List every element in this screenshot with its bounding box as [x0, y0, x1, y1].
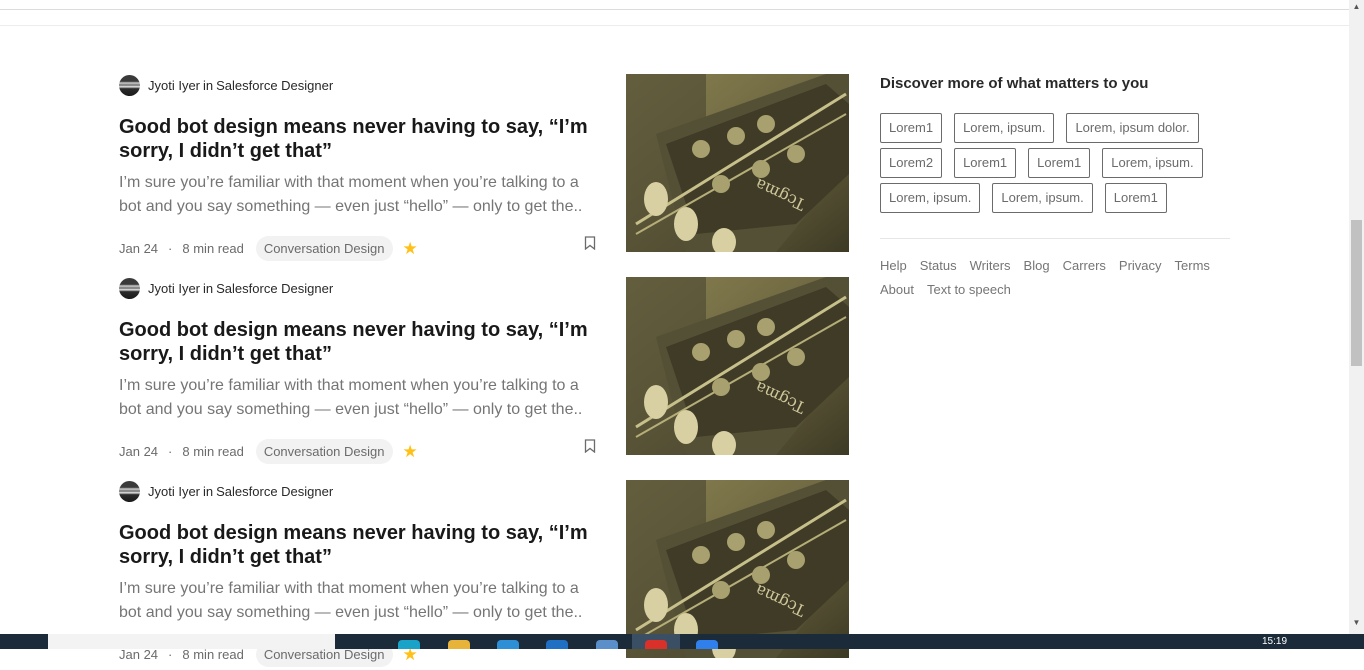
bookmark-icon[interactable] — [584, 236, 596, 250]
topic-chip[interactable]: Lorem, ipsum dolor. — [1066, 113, 1199, 143]
topic-chip[interactable]: Lorem1 — [1104, 183, 1167, 213]
publication-name[interactable]: Salesforce Designer — [216, 78, 333, 93]
top-header-bar — [0, 0, 1349, 10]
article-excerpt[interactable]: I’m sure you’re familiar with that momen… — [119, 171, 599, 219]
author-name[interactable]: Jyoti Iyer — [148, 484, 200, 499]
article-date: Jan 24 — [119, 240, 159, 256]
topic-chip[interactable]: Lorem, ipsum. — [992, 183, 1093, 213]
taskbar-search-box[interactable] — [48, 634, 335, 649]
topic-tag[interactable]: Conversation Design — [255, 438, 393, 464]
in-word: in — [203, 280, 214, 296]
article-title[interactable]: Good bot design means never having to sa… — [119, 115, 599, 163]
article-meta: Jan 24 · 8 min read Conversation Design … — [119, 438, 418, 464]
topic-chip[interactable]: Lorem1 — [880, 113, 943, 143]
topic-chips: Lorem1 Lorem, ipsum. Lorem, ipsum dolor.… — [880, 113, 1230, 213]
footer-link-blog[interactable]: Blog — [1024, 258, 1050, 274]
windows-taskbar: 15:19 — [0, 634, 1364, 649]
author-row: Jyoti Iyer in Salesforce Designer — [119, 74, 333, 96]
read-time: 8 min read — [182, 240, 244, 256]
footer-link-about[interactable]: About — [880, 282, 914, 298]
footer-link-privacy[interactable]: Privacy — [1119, 258, 1162, 274]
vertical-scrollbar[interactable]: ▲ ▼ — [1349, 0, 1364, 634]
avatar[interactable] — [119, 74, 140, 96]
topic-chip[interactable]: Lorem1 — [1028, 148, 1091, 178]
article-thumbnail[interactable]: Tcgma — [626, 480, 849, 658]
footer-link-writers[interactable]: Writers — [970, 258, 1011, 274]
avatar[interactable] — [119, 277, 140, 299]
footer-link-careers[interactable]: Carrers — [1063, 258, 1106, 274]
footer-links: Help Status Writers Blog Carrers Privacy… — [880, 258, 1230, 298]
author-name[interactable]: Jyoti Iyer — [148, 281, 200, 296]
taskbar-folder-icon[interactable] — [448, 640, 470, 649]
article-title[interactable]: Good bot design means never having to sa… — [119, 521, 599, 569]
footer-link-terms[interactable]: Terms — [1175, 258, 1210, 274]
author-name[interactable]: Jyoti Iyer — [148, 78, 200, 93]
article-thumbnail[interactable]: Tcgma — [626, 74, 849, 252]
scrollbar-thumb[interactable] — [1351, 220, 1362, 366]
publication-name[interactable]: Salesforce Designer — [216, 281, 333, 296]
article-date: Jan 24 — [119, 443, 159, 459]
taskbar-app-icon[interactable] — [546, 640, 568, 649]
taskbar-edge-icon[interactable] — [398, 640, 420, 649]
bookmark-icon[interactable] — [584, 439, 596, 453]
topic-tag[interactable]: Conversation Design — [255, 235, 393, 261]
author-row: Jyoti Iyer in Salesforce Designer — [119, 277, 333, 299]
footer-link-text-to-speech[interactable]: Text to speech — [927, 282, 1011, 298]
star-icon: ★ — [402, 238, 418, 258]
author-row: Jyoti Iyer in Salesforce Designer — [119, 480, 333, 502]
topic-chip[interactable]: Lorem, ipsum. — [954, 113, 1055, 143]
taskbar-chrome-icon[interactable] — [645, 640, 667, 649]
read-time: 8 min read — [182, 443, 244, 459]
discover-heading: Discover more of what matters to you — [880, 75, 1149, 92]
article-excerpt[interactable]: I’m sure you’re familiar with that momen… — [119, 374, 599, 422]
taskbar-store-icon[interactable] — [497, 640, 519, 649]
scroll-down-arrow-icon[interactable]: ▼ — [1349, 618, 1364, 632]
topic-chip[interactable]: Lorem, ipsum. — [880, 183, 981, 213]
header-divider — [0, 25, 1349, 26]
article-card[interactable]: Jyoti Iyer in Salesforce Designer Good b… — [119, 74, 849, 264]
topic-chip[interactable]: Lorem, ipsum. — [1102, 148, 1203, 178]
footer-link-help[interactable]: Help — [880, 258, 907, 274]
article-excerpt[interactable]: I’m sure you’re familiar with that momen… — [119, 577, 599, 625]
article-title[interactable]: Good bot design means never having to sa… — [119, 318, 599, 366]
topic-chip[interactable]: Lorem2 — [880, 148, 943, 178]
footer-link-status[interactable]: Status — [920, 258, 957, 274]
taskbar-clock[interactable]: 15:19 — [1262, 636, 1287, 647]
meta-separator: · — [168, 443, 173, 459]
article-card[interactable]: Jyoti Iyer in Salesforce Designer Good b… — [119, 277, 849, 467]
publication-name[interactable]: Salesforce Designer — [216, 484, 333, 499]
topic-chip[interactable]: Lorem1 — [954, 148, 1017, 178]
article-thumbnail[interactable]: Tcgma — [626, 277, 849, 455]
article-meta: Jan 24 · 8 min read Conversation Design … — [119, 235, 418, 261]
sidebar-divider — [880, 238, 1230, 239]
in-word: in — [203, 77, 214, 93]
meta-separator: · — [168, 240, 173, 256]
taskbar-vscode-icon[interactable] — [696, 640, 718, 649]
taskbar-app-icon[interactable] — [596, 640, 618, 649]
star-icon: ★ — [402, 441, 418, 461]
in-word: in — [203, 483, 214, 499]
avatar[interactable] — [119, 480, 140, 502]
scroll-up-arrow-icon[interactable]: ▲ — [1349, 2, 1364, 16]
